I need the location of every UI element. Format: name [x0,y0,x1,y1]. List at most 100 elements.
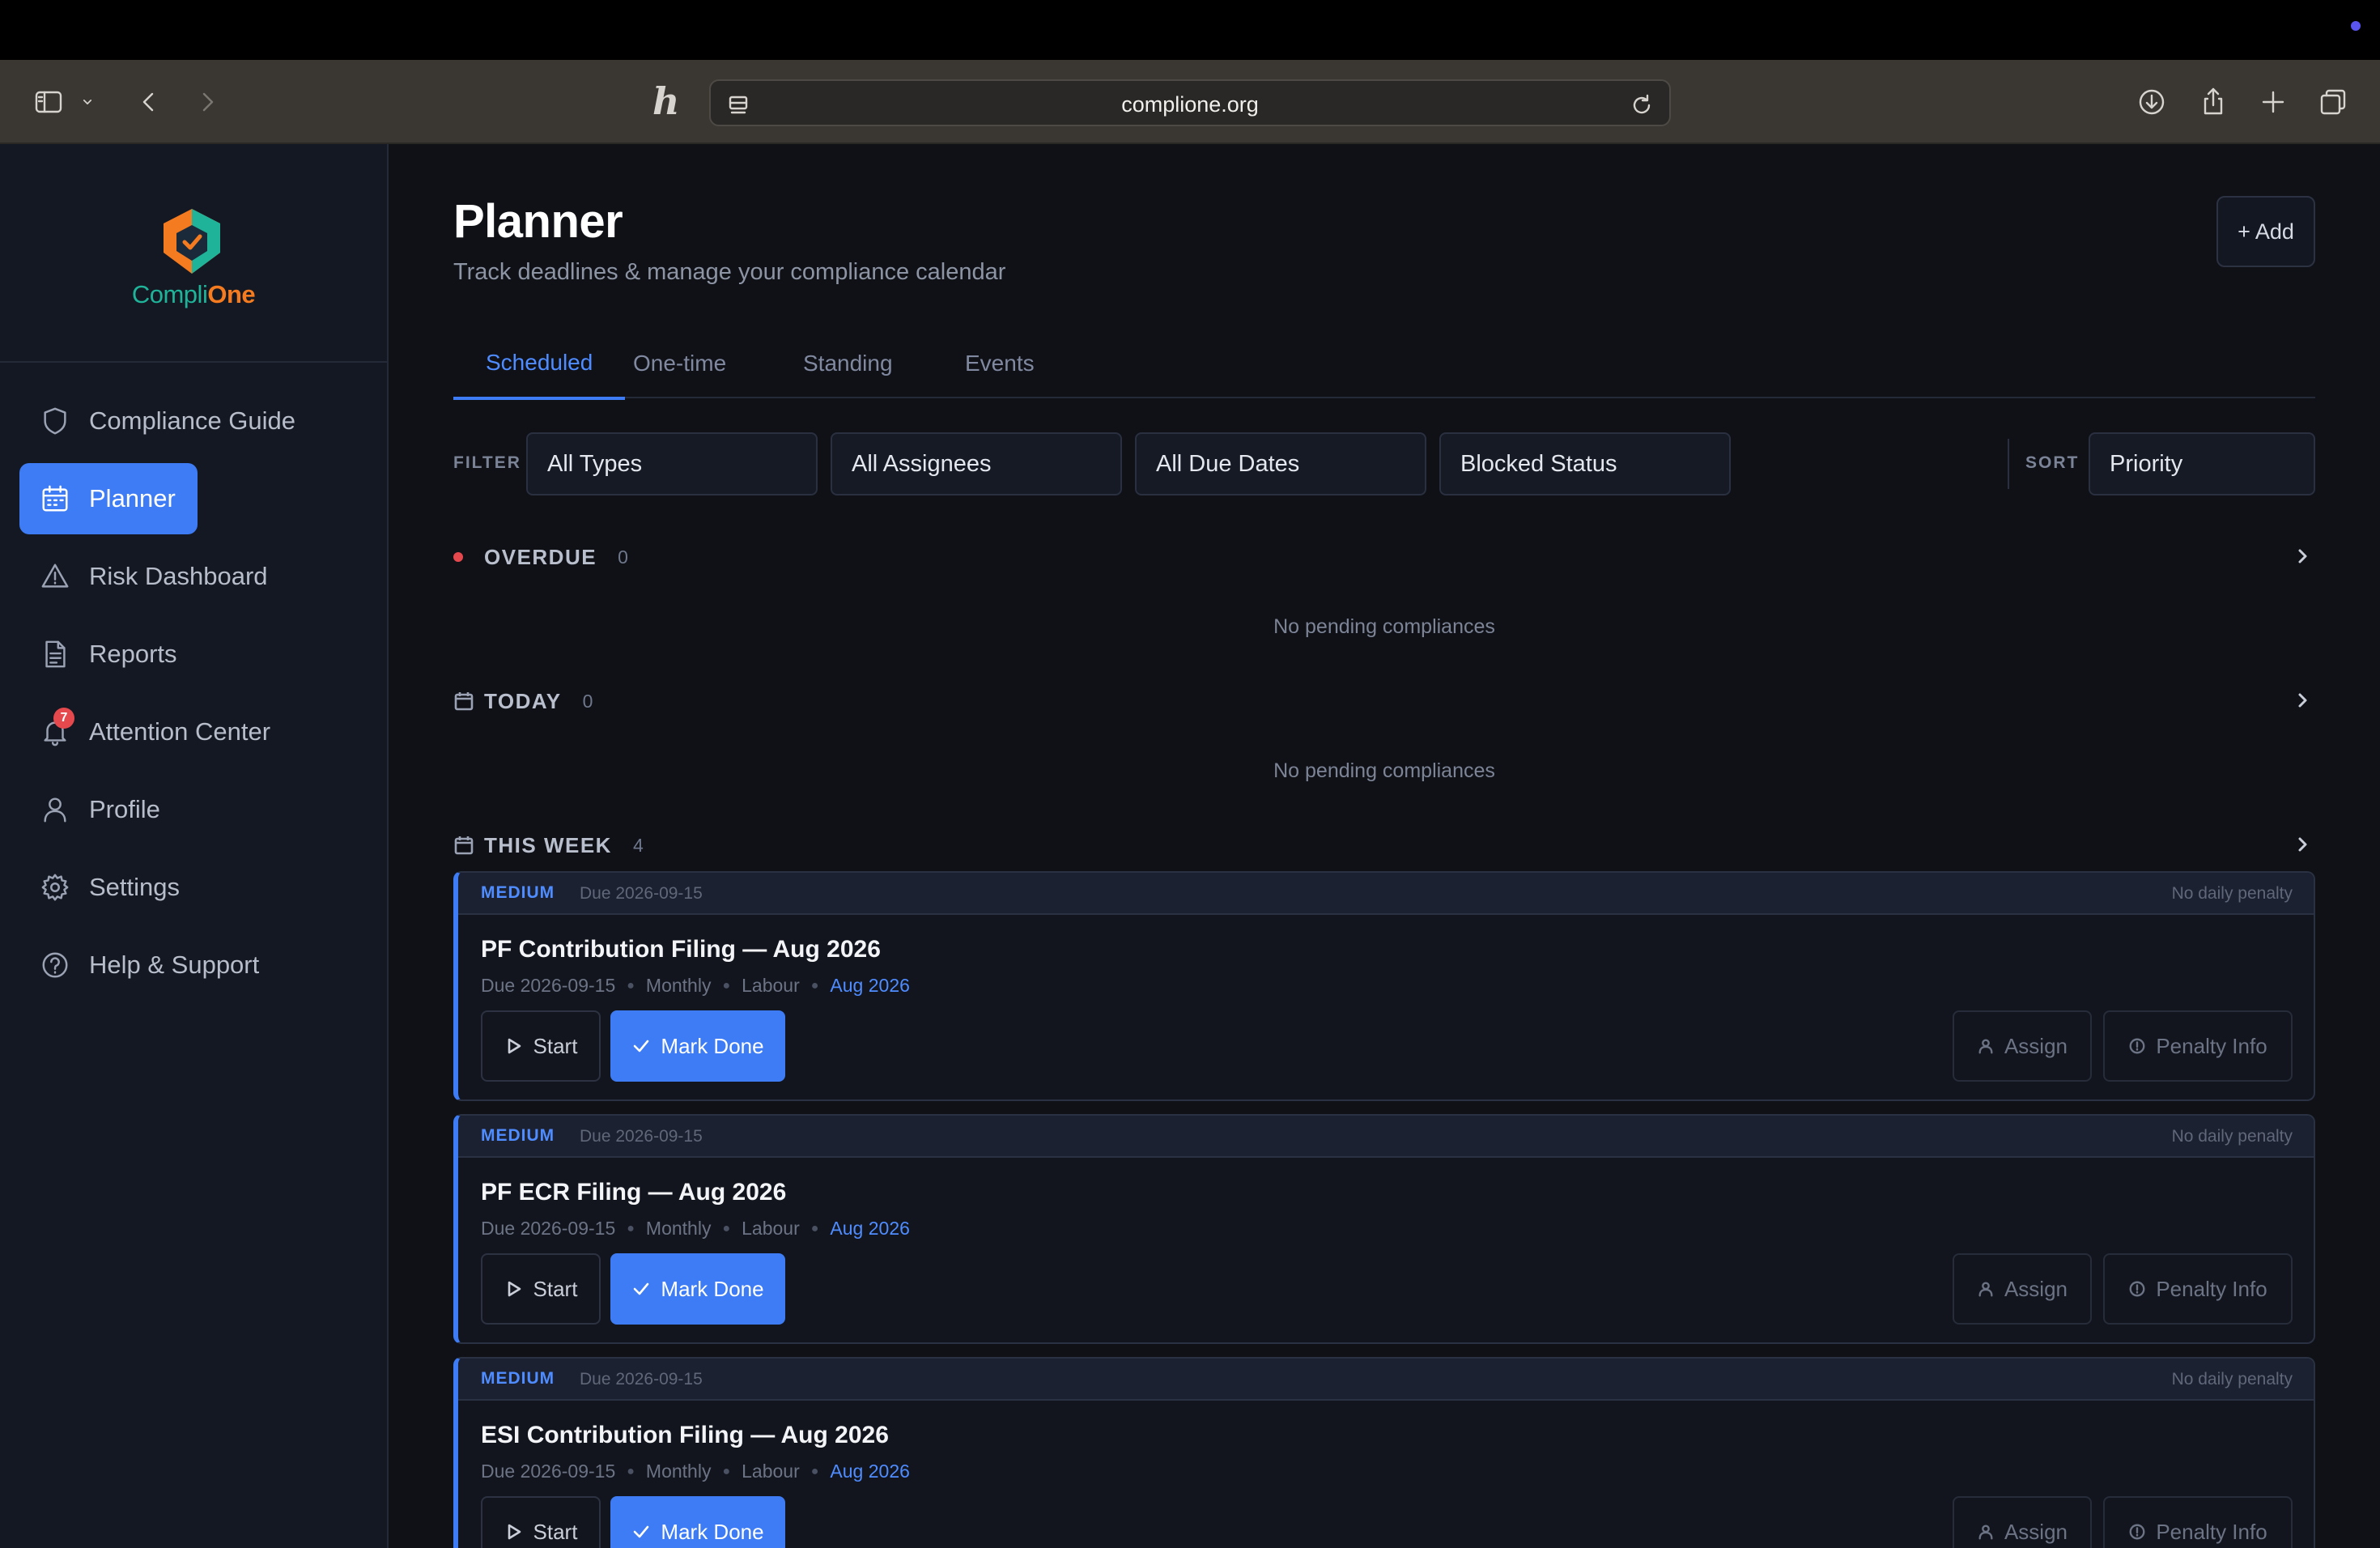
menu-bar-strip [0,0,2380,60]
section-today[interactable]: TODAY 0 [453,685,2315,717]
due-date-filter-select[interactable]: All Due Dates [1135,432,1426,495]
assign-button[interactable]: Assign [1953,1253,2092,1325]
meta-category: Labour [742,1461,800,1482]
tab-events[interactable]: Events [933,329,1067,398]
overdue-dot [453,552,463,562]
meta-period: Aug 2026 [830,975,910,996]
sidebar-item-label: Compliance Guide [89,406,296,435]
chevron-right-icon[interactable] [2291,688,2315,712]
forward-icon[interactable] [189,84,225,120]
section-title: OVERDUE [484,544,597,569]
share-icon[interactable] [2195,84,2231,120]
meta-due: Due 2026-09-15 [481,975,616,996]
compliance-card: MEDIUM Due 2026-09-15 No daily penalty E… [453,1357,2315,1548]
mark-done-button[interactable]: Mark Done [610,1496,785,1548]
card-due-date: Due 2026-09-15 [580,884,703,903]
empty-message: No pending compliances [1273,615,1495,638]
gear-icon [37,870,73,905]
calendar-icon [453,691,474,712]
mark-done-button[interactable]: Mark Done [610,1253,785,1325]
card-title[interactable]: PF ECR Filing — Aug 2026 [481,1179,786,1206]
sidebar-item-profile[interactable]: Profile [19,774,368,845]
meta-category: Labour [742,975,800,996]
sidebar-item-label: Attention Center [89,717,271,746]
sidebar-item-help-support[interactable]: Help & Support [19,929,368,1001]
check-icon [634,1282,649,1295]
info-icon [2129,1281,2145,1297]
sidebar-item-settings[interactable]: Settings [19,852,368,923]
tab-one-time[interactable]: One-time [601,329,759,398]
meta-frequency: Monthly [645,975,712,996]
compliance-card: MEDIUM Due 2026-09-15 No daily penalty P… [453,1114,2315,1344]
reload-icon[interactable] [1624,87,1660,123]
section-count: 0 [618,546,628,568]
warning-icon [37,559,73,594]
sort-select[interactable]: Priority [2089,432,2315,495]
sort-label: SORT [2025,453,2080,472]
penalty-info-button[interactable]: Penalty Info [2103,1010,2293,1082]
assign-button[interactable]: Assign [1953,1496,2092,1548]
back-icon[interactable] [131,84,167,120]
chevron-down-icon[interactable] [76,84,99,120]
brand-name: CompliOne [131,280,256,308]
sidebar-item-risk-dashboard[interactable]: Risk Dashboard [19,541,368,612]
play-icon [508,1281,521,1297]
address-bar[interactable]: complione.org [709,79,1671,126]
penalty-info-button[interactable]: Penalty Info [2103,1253,2293,1325]
penalty-info-button[interactable]: Penalty Info [2103,1496,2293,1548]
priority-badge: MEDIUM [481,1126,555,1145]
start-button[interactable]: Start [481,1010,601,1082]
filter-label: FILTER [453,453,521,472]
section-title: THIS WEEK [484,832,612,857]
start-button[interactable]: Start [481,1253,601,1325]
new-tab-icon[interactable] [2255,84,2291,120]
sidebar-item-planner[interactable]: Planner [19,463,198,534]
card-due-date: Due 2026-09-15 [580,1370,703,1389]
chevron-right-icon[interactable] [2291,832,2315,857]
extension-h-icon[interactable]: h [652,79,679,123]
penalty-note: No daily penalty [2171,1370,2293,1389]
download-icon[interactable] [2134,84,2170,120]
meta-due: Due 2026-09-15 [481,1218,616,1239]
sidebar: CompliOne Compliance Guide Planner Risk … [0,144,389,1548]
sidebar-item-compliance-guide[interactable]: Compliance Guide [19,385,368,457]
meta-period: Aug 2026 [830,1461,910,1482]
tab-overview-icon[interactable] [2315,84,2351,120]
card-meta: Due 2026-09-15 ● Monthly ● Labour ● Aug 202… [481,1218,910,1239]
filter-divider [2008,439,2009,489]
sidebar-item-label: Settings [89,873,181,901]
check-icon [634,1525,649,1538]
mark-done-button[interactable]: Mark Done [610,1010,785,1082]
status-dot [2351,21,2361,31]
sidebar-item-attention-center[interactable]: 7 Attention Center [19,696,368,768]
app-window: CompliOne Compliance Guide Planner Risk … [0,144,2380,1548]
add-button[interactable]: + Add [2216,196,2315,267]
assign-button[interactable]: Assign [1953,1010,2092,1082]
sidebar-toggle-icon[interactable] [31,84,66,120]
status-filter-select[interactable]: Blocked Status [1439,432,1731,495]
section-this-week[interactable]: THIS WEEK 4 [453,829,2315,861]
type-filter-select[interactable]: All Types [526,432,818,495]
section-overdue[interactable]: OVERDUE 0 [453,541,2315,573]
chevron-right-icon[interactable] [2291,544,2315,568]
document-icon [37,636,73,672]
sidebar-item-reports[interactable]: Reports [19,619,368,690]
assignee-filter-select[interactable]: All Assignees [831,432,1122,495]
tab-standing[interactable]: Standing [771,329,925,398]
card-title[interactable]: PF Contribution Filing — Aug 2026 [481,936,881,963]
info-icon [2129,1524,2145,1540]
priority-badge: MEDIUM [481,1369,555,1388]
shield-icon [37,403,73,439]
card-header: MEDIUM Due 2026-09-15 No daily penalty [458,1359,2314,1401]
priority-badge: MEDIUM [481,883,555,902]
card-header: MEDIUM Due 2026-09-15 No daily penalty [458,873,2314,915]
start-button[interactable]: Start [481,1496,601,1548]
sidebar-item-label: Reports [89,640,177,668]
play-icon [508,1038,521,1054]
user-icon [1978,1039,1993,1054]
tab-scheduled[interactable]: Scheduled [453,329,626,400]
penalty-note: No daily penalty [2171,1127,2293,1146]
help-icon [37,947,73,983]
card-title[interactable]: ESI Contribution Filing — Aug 2026 [481,1422,889,1449]
brand-logo[interactable]: CompliOne [0,144,387,363]
